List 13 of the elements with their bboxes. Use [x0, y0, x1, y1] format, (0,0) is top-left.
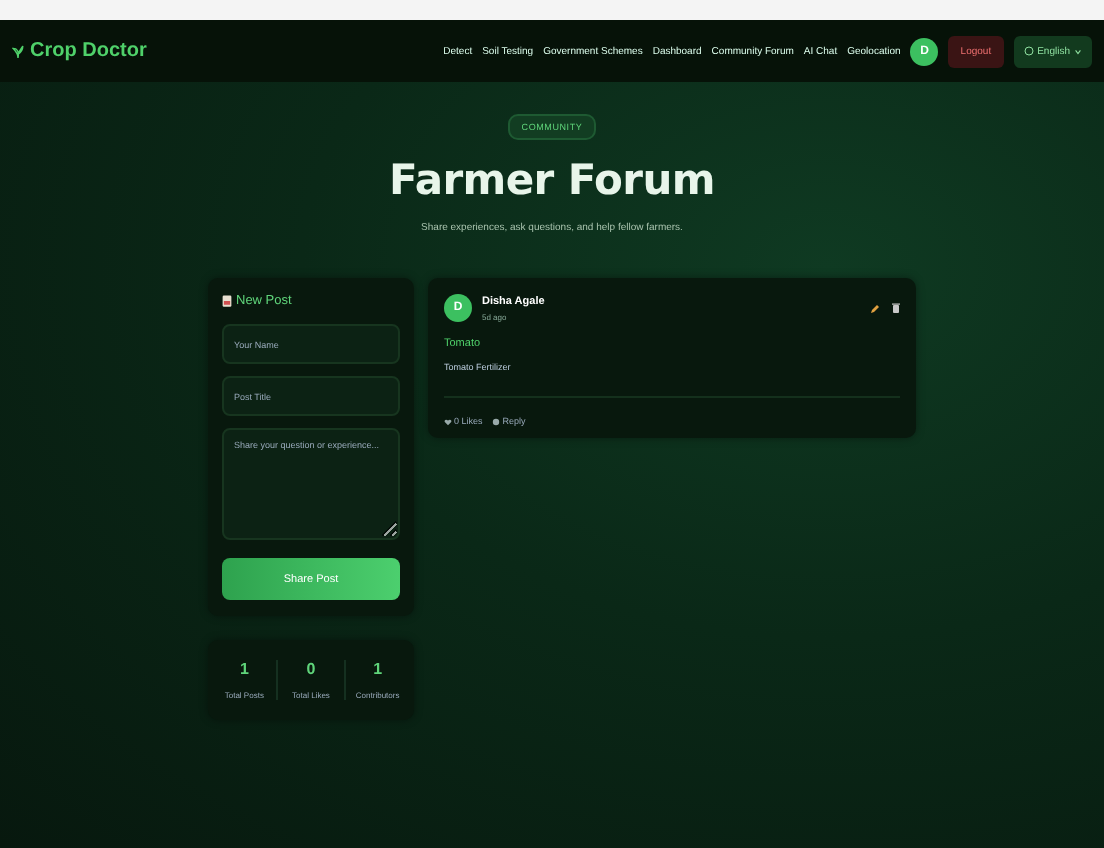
- page-title: Farmer Forum: [389, 156, 715, 204]
- stat-value: 1: [239, 660, 249, 678]
- leaf-icon: [12, 43, 24, 59]
- trash-icon[interactable]: [892, 302, 900, 314]
- comment-icon: [492, 417, 501, 425]
- brand-name[interactable]: Crop Doctor: [30, 40, 147, 62]
- heart-icon: [444, 417, 452, 425]
- stat-value: 1: [373, 660, 383, 678]
- stat-value: 0: [306, 660, 316, 678]
- pencil-icon[interactable]: [870, 303, 880, 313]
- globe-icon: [1023, 46, 1034, 56]
- caret-icon: [1074, 47, 1082, 55]
- document-icon: [222, 294, 232, 308]
